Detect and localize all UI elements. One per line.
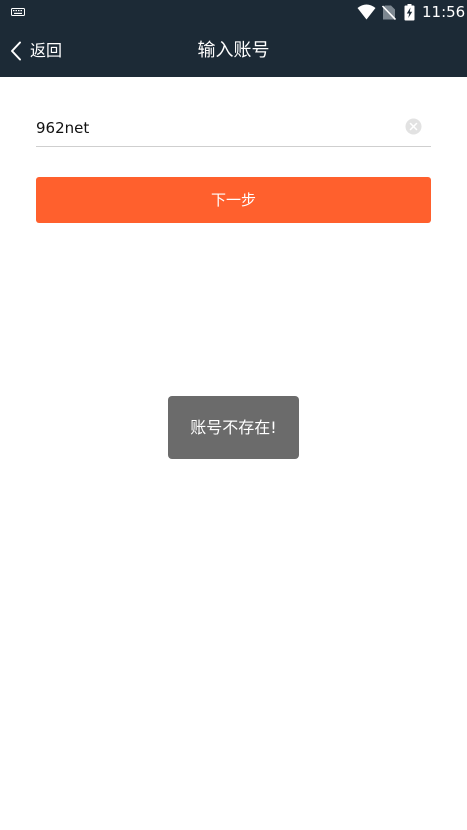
- battery-charging-icon: [404, 4, 415, 21]
- back-label: 返回: [30, 41, 63, 60]
- page-title: 输入账号: [197, 40, 270, 61]
- next-step-button[interactable]: 下一步: [36, 177, 431, 223]
- keyboard-icon: [11, 8, 25, 16]
- title-bar: 输入账号 返回: [0, 25, 467, 77]
- status-time: 11:56: [422, 3, 466, 21]
- clear-circle-icon[interactable]: [405, 118, 422, 135]
- account-input-row: [36, 110, 431, 147]
- back-button[interactable]: 返回: [10, 37, 62, 65]
- no-sim-icon: [382, 5, 396, 20]
- wifi-icon: [357, 4, 376, 20]
- account-input[interactable]: [36, 110, 396, 146]
- screen: 11:56 输入账号 返回 下一步 账号不存在!: [0, 0, 467, 830]
- chevron-left-icon: [11, 41, 21, 61]
- status-bar: 11:56: [0, 0, 467, 25]
- toast-message: 账号不存在!: [168, 396, 299, 459]
